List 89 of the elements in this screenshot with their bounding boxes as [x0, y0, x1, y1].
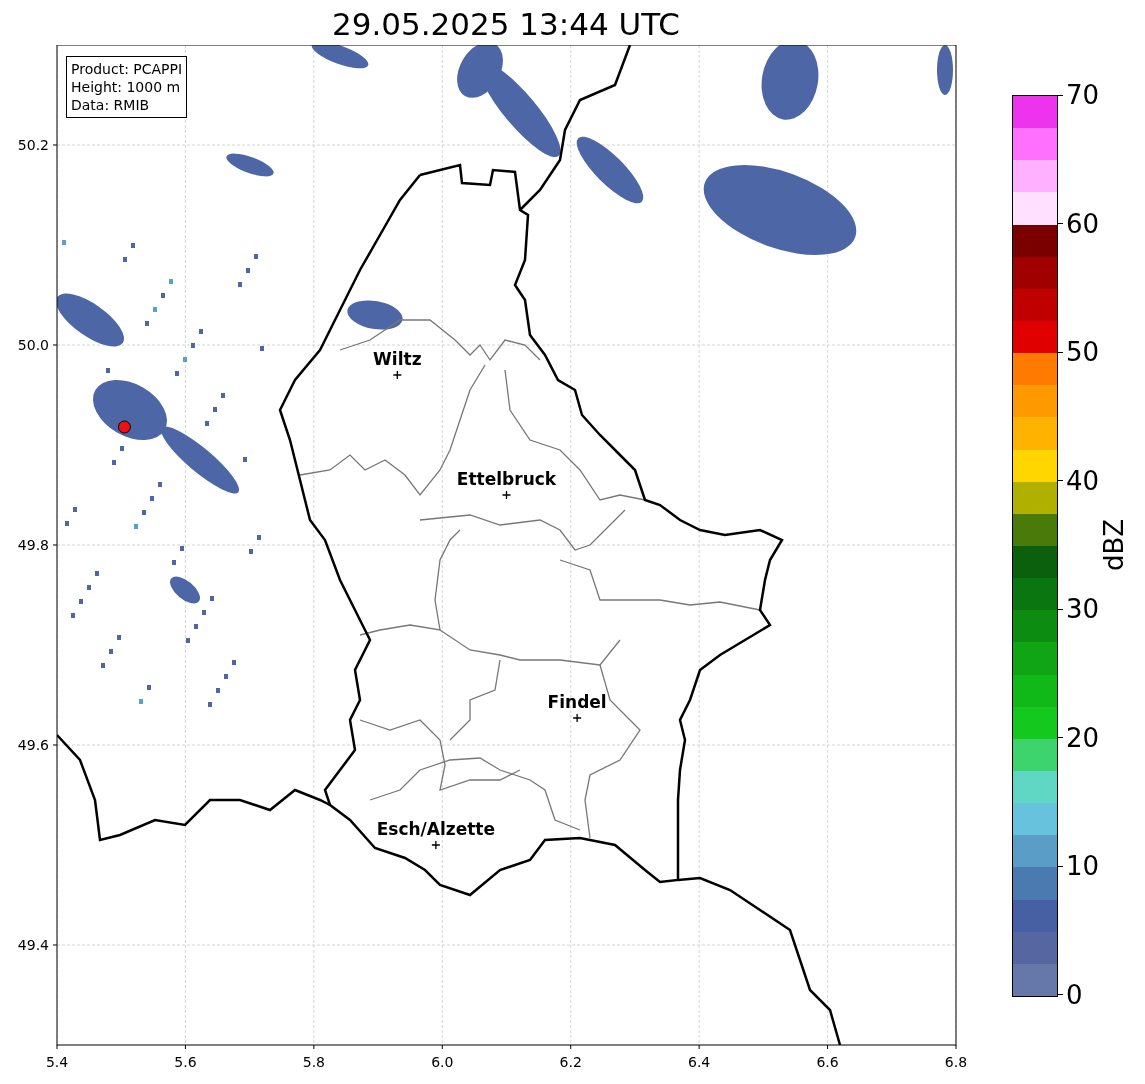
radar-echo — [224, 674, 228, 679]
city-marker — [392, 370, 402, 380]
radar-echo — [79, 599, 83, 604]
city-label: Esch/Alzette — [376, 819, 495, 839]
radar-echo — [243, 457, 247, 462]
radar-echo — [937, 45, 953, 95]
city-label: Findel — [547, 692, 607, 712]
radar-echo — [172, 560, 176, 565]
radar-echo — [347, 300, 403, 330]
radar-echo — [170, 576, 200, 604]
radar-echo — [123, 257, 127, 262]
radar-echo — [246, 268, 250, 273]
axis-tick-label: 49.8 — [17, 537, 49, 553]
radar-echo — [131, 243, 135, 248]
axis-tick-label: 49.4 — [17, 937, 49, 953]
legend-text: Data: RMIB — [71, 96, 151, 114]
city-label: Ettelbruck — [456, 469, 557, 489]
radar-site-marker — [117, 420, 131, 434]
radar-echo — [210, 596, 214, 601]
legend-text: Height: 1000 m — [71, 78, 182, 96]
axis-tick-label: 6.0 — [431, 1054, 454, 1070]
plot-title: 29.05.2025 13:44 UTC — [332, 5, 680, 40]
axis-tick-label: 50.2 — [17, 137, 49, 153]
scale-tick-label: 60 — [1066, 211, 1100, 236]
axis-tick-label: 6.2 — [559, 1054, 582, 1070]
axis-tick-label: 6.8 — [944, 1054, 968, 1070]
radar-echo — [62, 240, 66, 245]
radar-echo — [216, 688, 220, 693]
radar-echo — [221, 393, 225, 398]
scale-tick-label: 20 — [1066, 725, 1100, 750]
radar-echo — [150, 496, 154, 501]
radar-echo — [112, 460, 116, 465]
scale-label: dBZ — [1099, 518, 1130, 572]
scale-tick-label: 10 — [1066, 854, 1100, 879]
city-marker — [572, 713, 582, 723]
scale-tick-label: 40 — [1066, 468, 1100, 493]
radar-echo — [161, 293, 165, 298]
radar-echo — [180, 546, 184, 551]
radar-echo — [147, 685, 151, 690]
radar-echo — [109, 649, 113, 654]
radar-echo — [120, 446, 124, 451]
radar-echo — [576, 136, 644, 204]
legend-text: Product: PCAPPI — [71, 60, 183, 78]
axis-tick-label: 5.6 — [174, 1054, 197, 1070]
radar-echo — [87, 585, 91, 590]
radar-echo — [71, 613, 75, 618]
radar-echo — [73, 507, 77, 512]
axis-tick-label: 50.0 — [17, 337, 49, 353]
radar-echo — [249, 549, 253, 554]
scale-tick-label: 70 — [1066, 83, 1100, 107]
scale-tick-label: 50 — [1066, 340, 1100, 365]
radar-echo — [208, 702, 212, 707]
radar-echo — [202, 610, 206, 615]
axis-tick-label: 49.6 — [17, 737, 49, 753]
city-marker — [431, 840, 441, 850]
radar-echo — [101, 663, 105, 668]
radar-echo — [238, 282, 242, 287]
radar-echo — [199, 329, 203, 334]
radar-echo — [95, 571, 99, 576]
radar-echo — [65, 521, 69, 526]
radar-echo — [254, 254, 258, 259]
radar-echo — [260, 346, 264, 351]
radar-echo — [106, 368, 110, 373]
radar-echo — [311, 45, 369, 69]
radar-echo — [117, 635, 121, 640]
scale-tick-label: 0 — [1066, 982, 1083, 1007]
scale-tick-label: 30 — [1066, 597, 1100, 622]
radar-echo — [186, 638, 190, 643]
axis-tick-label: 6.4 — [688, 1054, 711, 1070]
city-label: Wiltz — [373, 349, 422, 369]
radar-echo — [169, 279, 173, 284]
radar-echo — [134, 524, 138, 529]
axis-tick-label: 6.6 — [816, 1054, 839, 1070]
radar-echo — [142, 510, 146, 515]
radar-echo — [139, 699, 143, 704]
radar-echo — [257, 535, 261, 540]
axis-tick-label: 5.4 — [45, 1054, 69, 1070]
radar-echo — [153, 307, 157, 312]
axis-tick-label: 5.8 — [302, 1054, 325, 1070]
radar-echo — [183, 357, 187, 362]
radar-echo — [57, 293, 124, 347]
radar-echo — [226, 153, 274, 177]
radar-echo — [191, 343, 195, 348]
radar-echo — [213, 407, 217, 412]
radar-echo — [145, 321, 149, 326]
radar-echo — [194, 624, 198, 629]
radar-echo — [175, 371, 179, 376]
city-marker — [501, 490, 512, 500]
radar-echo — [232, 660, 236, 665]
